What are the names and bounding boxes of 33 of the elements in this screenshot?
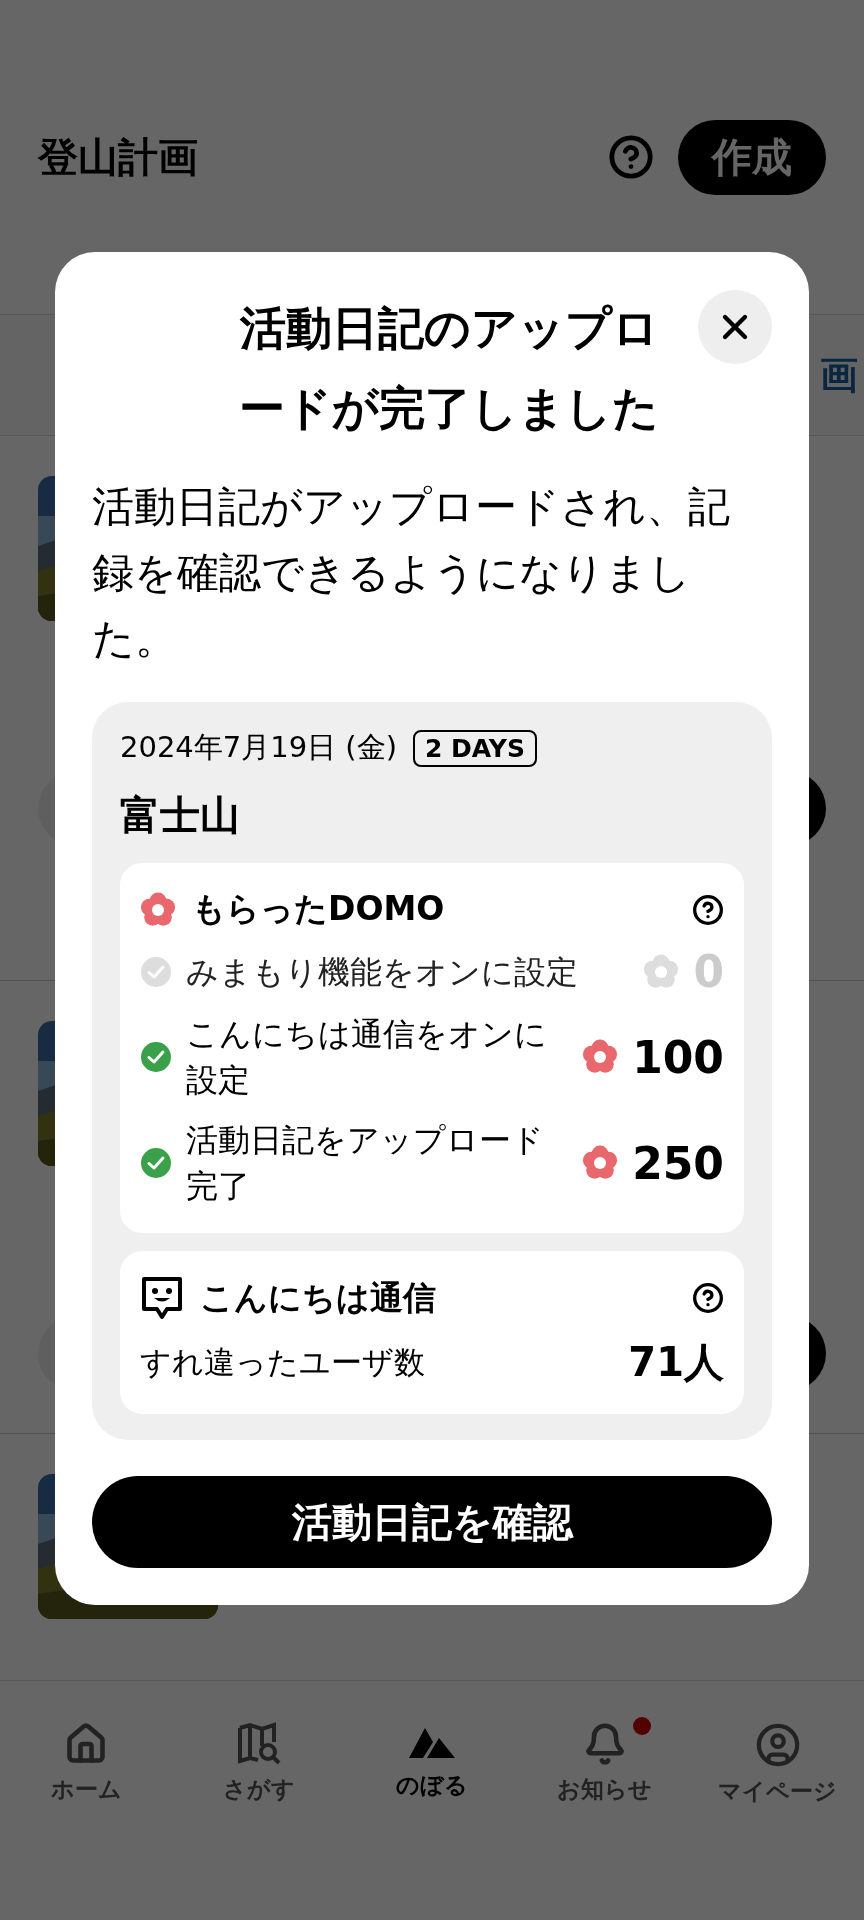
speech-face-icon: [140, 1275, 184, 1321]
help-icon[interactable]: [692, 893, 724, 926]
dialog-title: 活動日記のアップロードが完了しました: [238, 300, 660, 437]
domo-points: 100: [632, 1031, 724, 1083]
help-icon[interactable]: [692, 1282, 724, 1314]
dialog-message: 活動日記がアップロードされ、記録を確認できるようになりました。: [92, 481, 731, 665]
nav-tab[interactable]: お知らせ: [518, 1721, 692, 1806]
duration-badge: 2 DAYS: [413, 729, 537, 767]
user-icon: [754, 1722, 801, 1768]
encounter-label: すれ違ったユーザ数: [140, 1342, 425, 1382]
domo-item-label: 活動日記をアップロード完了: [186, 1120, 545, 1207]
domo-item-label: こんにちは通信をオンに設定: [186, 1014, 548, 1101]
domo-flower-icon: [140, 891, 176, 928]
activity-date: 2024年7月19日 (金): [120, 729, 397, 766]
mountain-name: 富士山: [120, 791, 241, 840]
nav-tab[interactable]: のぼる: [345, 1721, 519, 1802]
page-title: 登山計画: [38, 132, 199, 182]
domo-title: もらったDOMO: [192, 888, 446, 930]
tab[interactable]: 画: [820, 349, 858, 401]
unread-dot: [632, 1717, 651, 1735]
map-search-icon: [236, 1722, 283, 1766]
domo-item-label: みまもり機能をオンに設定: [186, 951, 579, 993]
domo-points: 250: [632, 1137, 724, 1189]
view-diary-button[interactable]: 活動日記を確認: [92, 1476, 772, 1568]
encounter-title: こんにちは通信: [200, 1276, 437, 1319]
domo-flower-icon: [643, 953, 680, 990]
encounter-count: 71人: [628, 1338, 724, 1387]
domo-flower-icon: [582, 1039, 619, 1075]
create-button[interactable]: 作成: [678, 119, 826, 195]
domo-flower-icon: [582, 1145, 619, 1181]
nav-tab[interactable]: さがす: [172, 1721, 346, 1806]
nav-tab[interactable]: ホーム: [0, 1721, 173, 1806]
nav-tab[interactable]: マイページ: [691, 1721, 864, 1808]
